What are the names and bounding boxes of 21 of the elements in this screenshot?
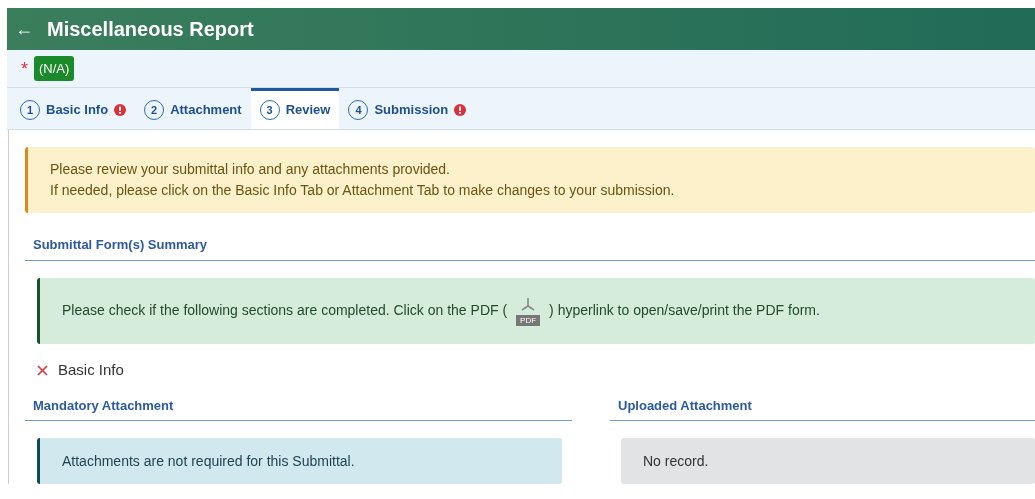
required-mark: * — [21, 59, 28, 78]
step-tab[interactable]: 3 Review — [250, 88, 340, 129]
tab-label: Submission — [374, 101, 449, 120]
section-heading: Mandatory Attachment — [25, 395, 572, 421]
section-status-label: Basic Info — [58, 360, 124, 381]
page-title: Miscellaneous Report — [47, 17, 254, 42]
empty-message: No record. — [621, 438, 1035, 484]
review-notice: Please review your submittal info and any attachments provided. If needed, please click on the Basic Info Tab or Attachment Tab to make changes to your submission. — [25, 147, 1035, 213]
step-tab[interactable]: 1 Basic Info — [11, 88, 136, 129]
tab-label: Review — [285, 101, 331, 120]
info-message: Attachments are not required for this Submittal. — [37, 438, 562, 484]
step-tab[interactable]: 2 Attachment — [135, 88, 251, 129]
tab-label: Basic Info — [46, 101, 109, 120]
tab-label: Attachment — [170, 101, 242, 120]
step-tab[interactable]: 4 Submission — [339, 88, 476, 129]
back-button[interactable]: ← — [15, 15, 33, 43]
instruction-text: Please check if the following sections are completed. Click on the PDF ( — [62, 301, 508, 320]
section-heading: Submittal Form(s) Summary — [25, 235, 1035, 261]
section-heading: Uploaded Attachment — [610, 395, 1035, 421]
status-badge: (N/A) — [34, 55, 75, 82]
instruction-text: ) hyperlink to open/save/print the PDF form. — [549, 301, 820, 320]
